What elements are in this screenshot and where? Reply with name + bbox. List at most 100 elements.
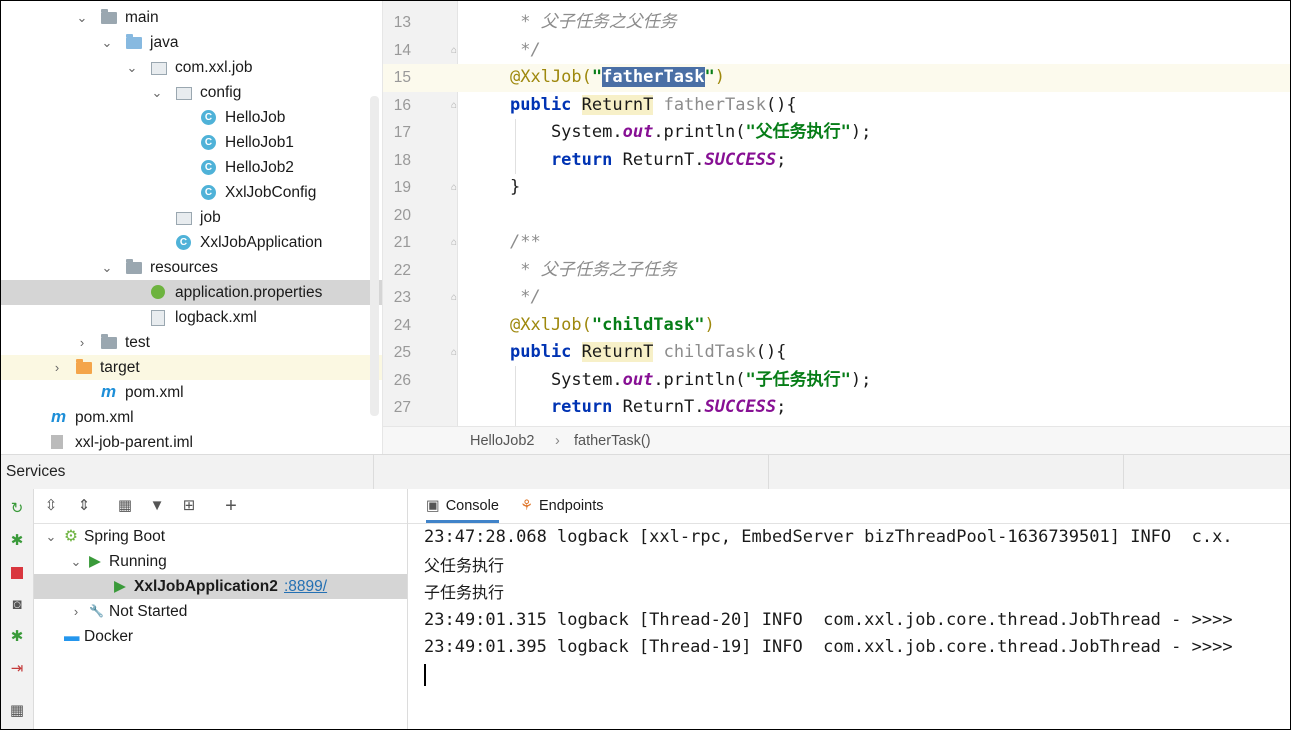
tree-row[interactable]: C XxlJobConfig: [1, 180, 382, 205]
filter-icon[interactable]: ▼: [147, 496, 167, 516]
breadcrumb-method[interactable]: fatherTask(): [574, 427, 651, 455]
service-label: Running: [109, 553, 167, 570]
code-text: @XxlJob("childTask"): [510, 312, 715, 340]
fold-marker-icon[interactable]: ⌂: [451, 182, 461, 193]
code-line[interactable]: 19}: [383, 174, 1290, 202]
tree-row[interactable]: C XxlJobApplication: [1, 230, 382, 255]
code-line[interactable]: 22 * 父子任务之子任务: [383, 257, 1290, 285]
code-line[interactable]: 14 */: [383, 37, 1290, 65]
service-node[interactable]: ⌄ ⚙ Spring Boot: [34, 524, 407, 549]
chevron-down-icon[interactable]: ⌄: [100, 30, 114, 55]
code-line[interactable]: 17 System.out.println("父任务执行");: [383, 119, 1290, 147]
code-line[interactable]: 23 */: [383, 284, 1290, 312]
line-number: 18: [393, 151, 411, 169]
service-node[interactable]: ▶ XxlJobApplication2:8899/: [34, 574, 407, 599]
services-header: Services: [1, 454, 1290, 490]
code-line[interactable]: 21 /**: [383, 229, 1290, 257]
debug-settings-icon[interactable]: ✱: [7, 627, 27, 647]
fold-marker-icon[interactable]: ⌂: [451, 45, 461, 56]
breadcrumb-class[interactable]: HelloJob2: [470, 427, 535, 455]
tree-item-label: config: [200, 84, 242, 101]
tree-row[interactable]: ⌄ resources: [1, 255, 382, 280]
vertical-scrollbar[interactable]: [370, 96, 379, 416]
code-editor[interactable]: 13 * 父子任务之父任务 14 */15 @XxlJob("fatherTask"…: [383, 1, 1290, 426]
spring-boot-icon: ⚙: [64, 528, 78, 545]
chevron-right-icon[interactable]: ›: [50, 355, 64, 380]
chevron-down-icon[interactable]: ⌄: [69, 549, 83, 574]
camera-icon[interactable]: ◙: [7, 595, 27, 615]
code-line[interactable]: 27 return ReturnT.SUCCESS;: [383, 394, 1290, 422]
code-line[interactable]: 25 public ReturnT childTask(){: [383, 339, 1290, 367]
console-line: 父任务执行: [424, 555, 505, 575]
service-node[interactable]: ▬ Docker: [34, 624, 407, 649]
code-text: public ReturnT fatherTask(){: [510, 92, 797, 120]
code-line[interactable]: 15 @XxlJob("fatherTask"): [383, 64, 1290, 92]
code-token: ": [591, 67, 603, 87]
folder-icon: [101, 9, 117, 24]
line-number: 16: [393, 96, 411, 114]
chevron-down-icon[interactable]: ⌄: [75, 5, 89, 30]
chevron-right-icon[interactable]: ›: [75, 330, 89, 355]
exit-icon[interactable]: ⇥: [7, 659, 27, 679]
tree-item-label: XxlJobApplication: [200, 234, 323, 251]
fold-marker-icon[interactable]: ⌂: [451, 100, 461, 111]
code-token: (){: [755, 342, 787, 362]
debug-icon[interactable]: ✱: [7, 531, 27, 551]
expand-all-icon[interactable]: ⇳: [41, 496, 61, 516]
tree-row[interactable]: m pom.xml: [1, 405, 382, 430]
code-line[interactable]: 24 @XxlJob("childTask"): [383, 312, 1290, 340]
chevron-down-icon[interactable]: ⌄: [150, 80, 164, 105]
tab-endpoints[interactable]: ⚘ Endpoints: [520, 489, 604, 523]
code-token: );: [850, 369, 872, 390]
chevron-right-icon[interactable]: ›: [69, 599, 83, 624]
add-service-icon[interactable]: +: [221, 496, 241, 516]
tree-item-label: application.properties: [175, 284, 323, 301]
service-node[interactable]: › 🔧 Not Started: [34, 599, 407, 624]
code-line[interactable]: 13 * 父子任务之父任务: [383, 9, 1290, 37]
code-line[interactable]: 20: [383, 202, 1290, 230]
tab-console[interactable]: ▣ Console: [426, 489, 499, 523]
chevron-down-icon[interactable]: ⌄: [125, 55, 139, 80]
service-node[interactable]: ⌄ ▶ Running: [34, 549, 407, 574]
fold-marker-icon[interactable]: ⌂: [451, 292, 461, 303]
tree-row[interactable]: ⌄ main: [1, 5, 382, 30]
line-number: 25: [393, 344, 411, 361]
tree-row[interactable]: C HelloJob1: [1, 130, 382, 155]
tree-row[interactable]: logback.xml: [1, 305, 382, 330]
tree-item-label: xxl-job-parent.iml: [75, 434, 194, 451]
maven-icon: m: [101, 382, 117, 401]
chevron-down-icon[interactable]: ⌄: [44, 524, 58, 549]
code-line[interactable]: 16 public ReturnT fatherTask(){: [383, 92, 1290, 120]
fold-marker-icon[interactable]: ⌂: [451, 347, 461, 358]
code-token: );: [850, 122, 872, 142]
chevron-down-icon[interactable]: ⌄: [100, 255, 114, 280]
tree-row[interactable]: › target: [1, 355, 382, 380]
rerun-icon[interactable]: ↻: [7, 499, 27, 519]
service-port-link[interactable]: :8899/: [284, 574, 327, 599]
new-tab-icon[interactable]: ⊞: [179, 496, 199, 516]
layout-icon[interactable]: ▦: [7, 701, 27, 721]
code-line[interactable]: 26 System.out.println("子任务执行");: [383, 367, 1290, 395]
class-icon: C: [201, 110, 216, 125]
tree-row[interactable]: m pom.xml: [1, 380, 382, 405]
tree-row[interactable]: C HelloJob: [1, 105, 382, 130]
wrench-icon: 🔧: [89, 604, 104, 618]
tree-row[interactable]: ⌄ com.xxl.job: [1, 55, 382, 80]
collapse-all-icon[interactable]: ⇕: [74, 496, 94, 516]
tree-row[interactable]: ⌄ config: [1, 80, 382, 105]
tree-row[interactable]: job: [1, 205, 382, 230]
group-by-icon[interactable]: ▦: [115, 496, 135, 516]
tree-row[interactable]: › test: [1, 330, 382, 355]
code-token: "子任务执行": [745, 369, 851, 390]
tree-row[interactable]: application.properties: [1, 280, 382, 305]
stop-icon[interactable]: [7, 563, 27, 583]
services-side-toolbar: ↻ ✱ ◙ ✱ ⇥ ▦: [1, 489, 34, 729]
fold-marker-icon[interactable]: ⌂: [451, 237, 461, 248]
tree-row[interactable]: ⌄ java: [1, 30, 382, 55]
tree-item-label: resources: [150, 259, 219, 276]
code-line[interactable]: 18 return ReturnT.SUCCESS;: [383, 147, 1290, 175]
tree-row[interactable]: C HelloJob2: [1, 155, 382, 180]
tree-row[interactable]: xxl-job-parent.iml: [1, 430, 382, 454]
